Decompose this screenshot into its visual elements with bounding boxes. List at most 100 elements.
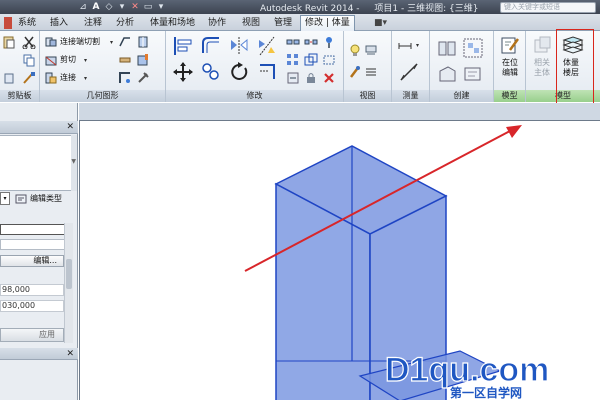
align-icon[interactable] bbox=[172, 35, 194, 57]
measure-distance-icon[interactable] bbox=[398, 39, 412, 53]
dimension-icon[interactable] bbox=[398, 61, 420, 83]
model-panel: 在位 编辑 模型 bbox=[494, 31, 526, 102]
properties-scroll-thumb[interactable] bbox=[66, 259, 72, 289]
tab-insert[interactable]: 插入 bbox=[46, 16, 72, 30]
brush-icon[interactable] bbox=[348, 65, 362, 79]
paste-icon[interactable] bbox=[2, 35, 16, 49]
edit-type-row: ▾ 编辑类型 bbox=[0, 192, 78, 206]
join-cut-label[interactable]: 连接端切割 bbox=[60, 37, 100, 47]
mirror-draw-axis-icon[interactable] bbox=[256, 35, 278, 57]
tab-extra-dropdown[interactable]: ■▾ bbox=[370, 16, 391, 30]
measure-dropdown[interactable]: ▾ bbox=[416, 41, 419, 51]
copy-elements-icon[interactable] bbox=[200, 61, 222, 83]
demolish-icon[interactable] bbox=[136, 71, 150, 85]
wall-joins-icon[interactable] bbox=[118, 35, 132, 49]
split-gap-icon[interactable] bbox=[304, 35, 318, 49]
canvas-top-strip bbox=[79, 103, 600, 120]
tab-view[interactable]: 视图 bbox=[238, 16, 264, 30]
in-place-edit-icon[interactable] bbox=[499, 34, 521, 56]
create-group-icon[interactable] bbox=[462, 37, 484, 59]
quick-access-toolbar: ⊿ A ◇ ▾ ✕ ▭ ▾ bbox=[0, 0, 166, 14]
match-type-icon[interactable] bbox=[22, 71, 36, 85]
pick-host-icon[interactable] bbox=[532, 34, 554, 56]
beam-join-icon[interactable] bbox=[118, 53, 132, 67]
pick-host-label-2[interactable]: 主体 bbox=[534, 68, 550, 78]
split-face-icon[interactable] bbox=[136, 35, 150, 49]
move-icon[interactable] bbox=[172, 61, 194, 83]
cut-label[interactable]: 剪切 bbox=[60, 55, 76, 65]
trim-extend-icon[interactable] bbox=[256, 61, 278, 83]
measure-panel: ▾ 测量 bbox=[392, 31, 430, 102]
delete-icon[interactable] bbox=[322, 71, 336, 85]
ribbon: 剪贴板 连接端切割 ▾ 剪切 ▾ 连接 ▾ 几何图形 修改 视图 ▾ 测量 创建… bbox=[0, 31, 600, 102]
pin-quick-icon[interactable]: ◇ bbox=[104, 2, 114, 12]
modify-panel-title: 修改 bbox=[166, 90, 343, 102]
3d-view-canvas[interactable]: D1qu.com 第一区自学网 bbox=[79, 120, 600, 400]
wall-join-icon[interactable] bbox=[118, 71, 132, 85]
split-with-gap-icon[interactable] bbox=[322, 53, 336, 67]
paste-small-icon[interactable] bbox=[2, 71, 16, 85]
tab-manage[interactable]: 管理 bbox=[270, 16, 296, 30]
unpin-icon[interactable] bbox=[286, 71, 300, 85]
dropdown-quick-icon[interactable]: ▾ bbox=[117, 2, 127, 12]
property-value-2[interactable]: 030,000 bbox=[0, 300, 64, 312]
app-title: Autodesk Revit 2014 - bbox=[260, 4, 360, 14]
copy-icon[interactable] bbox=[22, 53, 36, 67]
view-panel: 视图 bbox=[344, 31, 392, 102]
search-input[interactable]: 键入关键字或短语 bbox=[500, 2, 596, 13]
pin-icon[interactable] bbox=[322, 35, 336, 49]
pick-host-label-1[interactable]: 相关 bbox=[534, 58, 550, 68]
cut-geometry-icon[interactable] bbox=[44, 53, 58, 67]
tab-annotate[interactable]: 注释 bbox=[80, 16, 106, 30]
create-parts-icon[interactable] bbox=[436, 37, 458, 59]
edit-type-icon[interactable] bbox=[15, 194, 27, 204]
property-row[interactable] bbox=[0, 224, 72, 235]
tab-modify-mass[interactable]: 修改 | 体量 bbox=[300, 15, 355, 31]
type-selector-caret[interactable]: ▼ bbox=[71, 158, 76, 165]
join-dropdown[interactable]: ▾ bbox=[84, 74, 87, 84]
rotate-icon[interactable] bbox=[228, 61, 250, 83]
mirror-pick-axis-icon[interactable] bbox=[228, 35, 250, 57]
in-place-edit-label-1[interactable]: 在位 bbox=[502, 58, 518, 68]
join-label[interactable]: 连接 bbox=[60, 73, 76, 83]
light-bulb-icon[interactable] bbox=[348, 43, 362, 57]
split-element-icon[interactable] bbox=[286, 35, 300, 49]
close-icon[interactable]: ✕ bbox=[66, 348, 74, 360]
join-cut-dropdown[interactable]: ▾ bbox=[110, 38, 113, 48]
instance-filter-dropdown[interactable]: ▾ bbox=[0, 192, 10, 205]
property-row[interactable] bbox=[0, 239, 72, 250]
join-geometry-icon[interactable] bbox=[44, 71, 58, 85]
offset-icon[interactable] bbox=[200, 35, 222, 57]
property-value-1[interactable]: 98,000 bbox=[0, 284, 64, 296]
edit-type-label[interactable]: 编辑类型 bbox=[30, 193, 62, 204]
text-quick-icon[interactable]: A bbox=[91, 2, 101, 12]
edit-button[interactable]: 编辑... bbox=[0, 255, 64, 267]
paint-icon[interactable] bbox=[136, 53, 150, 67]
close-hidden-quick-icon[interactable]: ✕ bbox=[130, 2, 140, 12]
apply-button[interactable]: 应用 bbox=[0, 328, 64, 342]
window-title: Autodesk Revit 2014 - 项目1 - 三维视图: {三维} bbox=[260, 1, 478, 14]
type-selector[interactable] bbox=[0, 135, 72, 191]
lock-icon[interactable] bbox=[304, 71, 318, 85]
tab-massing-site[interactable]: 体量和场地 bbox=[146, 16, 199, 30]
quick-access-menu-icon[interactable]: ▾ bbox=[156, 2, 166, 12]
create-similar-icon[interactable] bbox=[462, 63, 484, 85]
cut-dropdown[interactable]: ▾ bbox=[84, 56, 87, 66]
scale-icon[interactable] bbox=[304, 53, 318, 67]
tab-systems[interactable]: 系统 bbox=[14, 16, 40, 30]
application-menu-button[interactable] bbox=[4, 17, 12, 29]
switch-window-icon[interactable]: ▭ bbox=[143, 2, 153, 12]
create-assembly-icon[interactable] bbox=[436, 63, 458, 85]
tab-analyze[interactable]: 分析 bbox=[112, 16, 138, 30]
measure-quick-icon[interactable]: ⊿ bbox=[78, 2, 88, 12]
in-place-edit-label-2[interactable]: 编辑 bbox=[502, 68, 518, 78]
array-icon[interactable] bbox=[286, 53, 300, 67]
cut-icon[interactable] bbox=[22, 35, 36, 49]
tab-collaborate[interactable]: 协作 bbox=[204, 16, 230, 30]
close-icon[interactable]: ✕ bbox=[66, 121, 74, 134]
properties-scrollbar[interactable] bbox=[64, 223, 73, 343]
hide-icon[interactable] bbox=[364, 43, 378, 57]
join-cut-icon[interactable] bbox=[44, 35, 58, 49]
line-work-icon[interactable] bbox=[364, 65, 378, 79]
create-panel-title: 创建 bbox=[430, 90, 493, 102]
